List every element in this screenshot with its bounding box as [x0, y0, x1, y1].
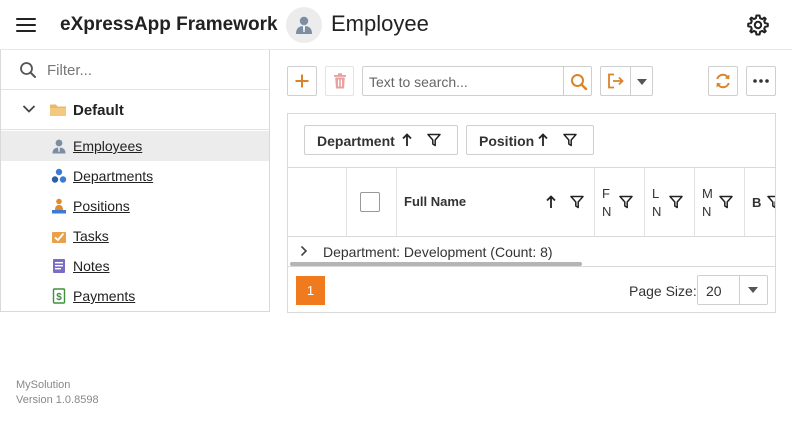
filter-icon[interactable] — [719, 195, 733, 209]
group-chip-position[interactable]: Position — [466, 125, 594, 155]
column-header-label: F — [602, 186, 610, 201]
caret-down-icon — [748, 287, 758, 293]
filter-icon[interactable] — [619, 195, 633, 209]
page-size-select[interactable]: 20 — [697, 275, 768, 305]
trash-icon — [334, 73, 346, 89]
menu-icon[interactable] — [16, 17, 36, 33]
version-label: Version 1.0.8598 — [16, 394, 99, 406]
export-button[interactable] — [600, 66, 653, 96]
split-divider — [630, 67, 631, 95]
view-title: Employee — [331, 11, 429, 36]
sidebar-item-positions[interactable]: Positions — [1, 191, 269, 221]
view-avatar — [286, 7, 322, 43]
more-actions-button[interactable] — [746, 66, 776, 96]
sort-ascending-icon[interactable] — [545, 195, 557, 209]
sort-ascending-icon[interactable] — [401, 133, 413, 147]
app-header: eXpressApp Framework Employee — [0, 0, 792, 50]
column-header-label: B — [752, 195, 762, 210]
column-header-label: N — [602, 204, 612, 219]
search-icon — [20, 62, 36, 78]
sidebar: Default Employees Departments — [0, 50, 270, 432]
data-grid: Department Position Full Name F N L N M … — [287, 113, 776, 313]
column-header-label: M — [702, 186, 713, 201]
filter-box — [1, 50, 269, 90]
pager: 1 Page Size: 20 — [288, 266, 775, 312]
export-icon — [608, 73, 624, 89]
column-header-full-name[interactable]: Full Name — [397, 168, 595, 236]
sidebar-item-label[interactable]: Tasks — [73, 228, 109, 244]
sort-ascending-icon[interactable] — [537, 133, 549, 147]
select-all-cell — [347, 168, 397, 236]
search-icon — [571, 74, 588, 91]
column-header-first-name[interactable]: F N — [595, 168, 645, 236]
employee-icon — [52, 139, 66, 154]
plus-icon — [295, 74, 309, 88]
solution-name: MySolution — [16, 379, 71, 391]
sidebar-item-notes[interactable]: Notes — [1, 251, 269, 281]
column-header-label: N — [652, 204, 662, 219]
sidebar-item-tasks[interactable]: Tasks — [1, 221, 269, 251]
group-row-text: Department: Development (Count: 8) — [323, 244, 553, 260]
group-chip-label: Department — [317, 133, 395, 149]
sidebar-item-label[interactable]: Payments — [73, 288, 135, 304]
folder-icon — [50, 104, 66, 116]
group-panel: Department Position — [288, 114, 775, 168]
app-title: eXpressApp Framework — [60, 14, 278, 35]
sidebar-item-label[interactable]: Notes — [73, 258, 110, 274]
payments-icon: $ — [52, 288, 66, 304]
refresh-button[interactable] — [708, 66, 738, 96]
chevron-down-icon[interactable] — [22, 104, 36, 114]
group-chip-department[interactable]: Department — [304, 125, 458, 155]
sidebar-item-employees[interactable]: Employees — [1, 131, 269, 161]
app-root: eXpressApp Framework Employee Filter... … — [0, 0, 792, 432]
select-all-checkbox[interactable] — [360, 192, 380, 212]
group-indent-cell — [288, 168, 347, 236]
search-box — [362, 66, 592, 96]
ellipsis-icon — [753, 79, 769, 83]
page-button-current[interactable]: 1 — [296, 276, 325, 305]
sidebar-item-label[interactable]: Positions — [73, 198, 130, 214]
notes-icon — [53, 259, 65, 273]
column-header-row: Full Name F N L N M N B — [288, 168, 776, 237]
column-header-label: Full Name — [404, 194, 467, 209]
group-row-department[interactable]: Department: Development (Count: 8) — [288, 238, 775, 264]
search-button[interactable] — [563, 67, 592, 95]
gear-icon — [747, 14, 769, 36]
settings-button[interactable] — [746, 13, 770, 37]
group-chip-label: Position — [479, 133, 535, 149]
new-button[interactable] — [287, 66, 317, 96]
column-header-label: L — [652, 186, 660, 201]
sidebar-item-label[interactable]: Employees — [73, 138, 142, 154]
tasks-icon — [52, 232, 66, 243]
departments-icon — [51, 168, 67, 183]
filter-icon[interactable] — [767, 195, 776, 209]
nav-group-default[interactable]: Default — [1, 91, 269, 130]
filter-icon[interactable] — [427, 133, 441, 147]
search-input[interactable] — [369, 72, 559, 92]
refresh-icon — [716, 73, 730, 89]
navigation-panel: Default Employees Departments — [0, 50, 270, 312]
page-size-value: 20 — [706, 283, 722, 299]
sidebar-item-label[interactable]: Departments — [73, 168, 153, 184]
page-size-dropdown-button[interactable] — [739, 276, 767, 304]
column-header-last-name[interactable]: L N — [645, 168, 695, 236]
filter-icon[interactable] — [669, 195, 683, 209]
filter-input[interactable] — [47, 59, 257, 81]
sidebar-item-payments[interactable]: $ Payments — [1, 281, 269, 311]
page-size-label: Page Size: — [629, 283, 697, 299]
delete-button[interactable] — [325, 66, 354, 96]
column-header-label: N — [702, 204, 712, 219]
caret-down-icon[interactable] — [637, 79, 647, 85]
positions-icon — [52, 198, 66, 214]
employee-icon — [296, 16, 312, 34]
filter-icon[interactable] — [563, 133, 577, 147]
chevron-right-icon[interactable] — [300, 245, 308, 257]
column-header-middle-name[interactable]: M N — [695, 168, 745, 236]
version-info: MySolution Version 1.0.8598 — [16, 378, 99, 408]
svg-text:$: $ — [56, 292, 62, 303]
nav-group-label: Default — [73, 102, 124, 119]
sidebar-item-departments[interactable]: Departments — [1, 161, 269, 191]
column-header-birthday[interactable]: B — [745, 168, 776, 236]
filter-icon[interactable] — [570, 195, 584, 209]
